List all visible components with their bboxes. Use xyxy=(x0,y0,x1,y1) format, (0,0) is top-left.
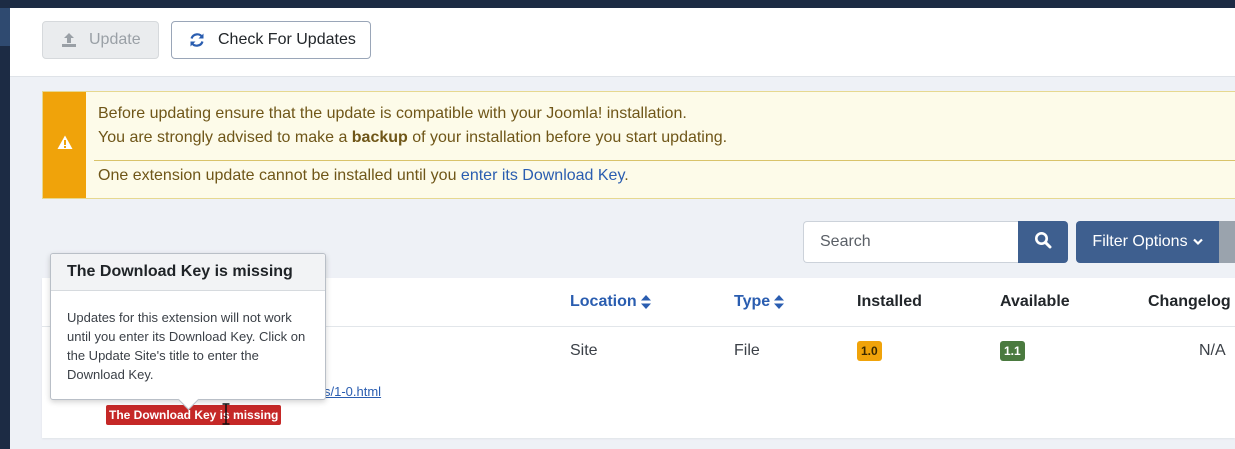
alert-backup-emphasis: backup xyxy=(351,129,408,146)
alert-line-2-post: of your installation before you start up… xyxy=(407,129,728,146)
download-key-tooltip: The Download Key is missing Updates for … xyxy=(50,253,326,411)
alert-line-1: Before updating ensure that the update i… xyxy=(98,105,687,122)
row-changelog: N/A xyxy=(1199,342,1226,359)
check-for-updates-label: Check For Updates xyxy=(218,31,356,48)
column-header-type-label: Type xyxy=(734,293,771,310)
top-bar xyxy=(0,0,1235,8)
warning-alert: Before updating ensure that the update i… xyxy=(42,91,1235,199)
column-header-available: Available xyxy=(1000,293,1070,310)
alert-line-3-pre: One extension update cannot be installed… xyxy=(98,167,461,184)
upload-icon xyxy=(61,32,77,48)
text-cursor-icon xyxy=(222,403,230,430)
installed-version-badge: 1.0 xyxy=(857,341,882,361)
update-button-label: Update xyxy=(89,31,141,48)
column-header-installed: Installed xyxy=(857,293,922,310)
sort-icon xyxy=(774,295,785,309)
available-version-badge: 1.1 xyxy=(1000,341,1025,361)
column-header-type[interactable]: Type xyxy=(734,293,785,311)
alert-line-3-post: . xyxy=(624,167,629,184)
sidebar-active-marker xyxy=(0,8,10,46)
filter-options-button[interactable]: Filter Options xyxy=(1076,221,1219,263)
filter-options-label: Filter Options xyxy=(1092,233,1188,250)
column-header-location-label: Location xyxy=(570,293,637,310)
warning-icon xyxy=(57,135,73,155)
search-button[interactable] xyxy=(1018,221,1068,263)
sidebar-edge xyxy=(0,8,10,449)
alert-side xyxy=(43,92,86,198)
enter-download-key-link[interactable]: enter its Download Key xyxy=(461,167,624,184)
update-button[interactable]: Update xyxy=(42,21,159,59)
download-key-missing-badge[interactable]: The Download Key is missing xyxy=(106,405,282,425)
search-input[interactable] xyxy=(803,221,1019,263)
alert-line-2-pre: You are strongly advised to make a xyxy=(98,129,352,146)
column-header-location[interactable]: Location xyxy=(570,293,651,311)
tooltip-title: The Download Key is missing xyxy=(51,254,325,291)
row-location: Site xyxy=(570,342,598,359)
row-type: File xyxy=(734,342,760,359)
search-icon xyxy=(1034,231,1052,254)
chevron-down-icon xyxy=(1192,238,1203,246)
toolbar: Update Check For Updates xyxy=(10,8,1235,77)
alert-line-2: You are strongly advised to make a backu… xyxy=(98,129,727,147)
clear-button[interactable] xyxy=(1219,221,1235,263)
check-for-updates-button[interactable]: Check For Updates xyxy=(171,21,371,59)
column-header-changelog: Changelog xyxy=(1148,293,1231,310)
alert-line-3: One extension update cannot be installed… xyxy=(98,167,629,185)
sync-icon xyxy=(188,31,206,49)
tooltip-body: Updates for this extension will not work… xyxy=(67,310,306,382)
update-site-link-text: s/1-0.html xyxy=(324,384,382,399)
alert-divider xyxy=(94,160,1235,161)
sort-icon xyxy=(640,295,651,309)
